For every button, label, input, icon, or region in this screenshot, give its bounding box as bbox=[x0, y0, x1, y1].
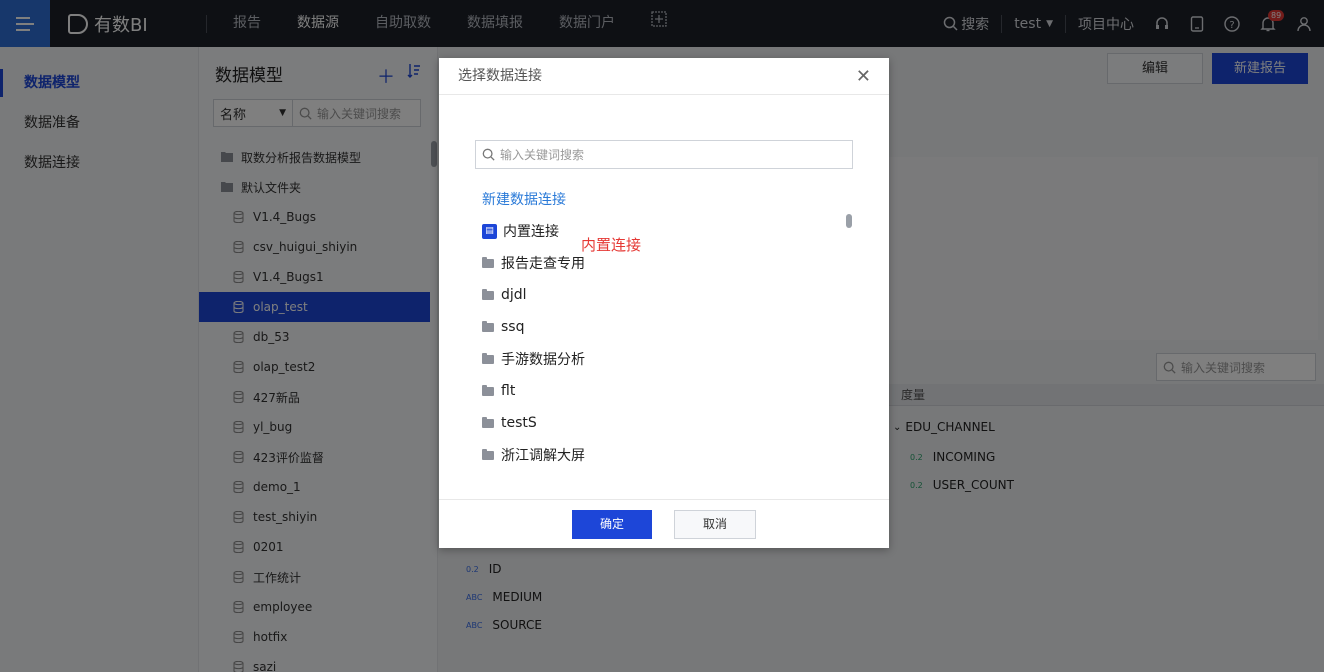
connection-item-label: djdl bbox=[501, 287, 527, 303]
folder-icon bbox=[482, 256, 494, 268]
dialog-search-placeholder: 输入关键词搜索 bbox=[500, 148, 585, 162]
connection-item-label: 内置连接 bbox=[503, 224, 559, 240]
folder-icon bbox=[482, 448, 494, 460]
cancel-button[interactable]: 取消 bbox=[674, 510, 756, 539]
database-icon: ▤ bbox=[482, 223, 497, 239]
connection-folder-item[interactable]: testS bbox=[482, 407, 842, 439]
dialog-title: 选择数据连接 bbox=[458, 68, 542, 84]
connection-folder-item[interactable]: 浙江调解大屏 bbox=[482, 439, 842, 471]
folder-icon bbox=[482, 320, 494, 332]
connection-item-label: ssq bbox=[501, 319, 525, 335]
folder-icon bbox=[482, 352, 494, 364]
connection-folder-item[interactable]: 报告走查专用 bbox=[482, 247, 842, 279]
connection-item-label: testS bbox=[501, 415, 537, 431]
connection-folder-item[interactable]: ssq bbox=[482, 311, 842, 343]
annotation-label: 内置连接 bbox=[581, 236, 642, 254]
connection-list: ▤ 内置连接 报告走查专用 djdl ssq 手游数据分析 flt testS 浙江调解大屏 bbox=[482, 215, 842, 471]
connection-item-label: 浙江调解大屏 bbox=[501, 448, 585, 464]
search-icon bbox=[482, 148, 495, 161]
dialog-scrollbar[interactable] bbox=[846, 214, 852, 228]
connection-folder-item[interactable]: 手游数据分析 bbox=[482, 343, 842, 375]
connection-folder-item[interactable]: flt bbox=[482, 375, 842, 407]
dialog-footer: 确定 取消 bbox=[439, 499, 889, 548]
connection-item-builtin[interactable]: ▤ 内置连接 bbox=[482, 215, 842, 247]
folder-icon bbox=[482, 384, 494, 396]
dialog-search-input[interactable]: 输入关键词搜索 bbox=[475, 140, 853, 169]
select-connection-dialog: 选择数据连接 ✕ 输入关键词搜索 新建数据连接 ▤ 内置连接 报告走查专用 djd… bbox=[439, 58, 889, 548]
connection-item-label: 报告走查专用 bbox=[501, 256, 585, 272]
new-connection-link[interactable]: 新建数据连接 bbox=[482, 189, 566, 209]
confirm-button[interactable]: 确定 bbox=[572, 510, 652, 539]
close-icon[interactable]: ✕ bbox=[856, 58, 871, 95]
connection-folder-item[interactable]: djdl bbox=[482, 279, 842, 311]
folder-icon bbox=[482, 416, 494, 428]
connection-item-label: flt bbox=[501, 383, 516, 399]
folder-icon bbox=[482, 288, 494, 300]
dialog-header: 选择数据连接 ✕ bbox=[439, 58, 889, 95]
connection-item-label: 手游数据分析 bbox=[501, 352, 585, 368]
